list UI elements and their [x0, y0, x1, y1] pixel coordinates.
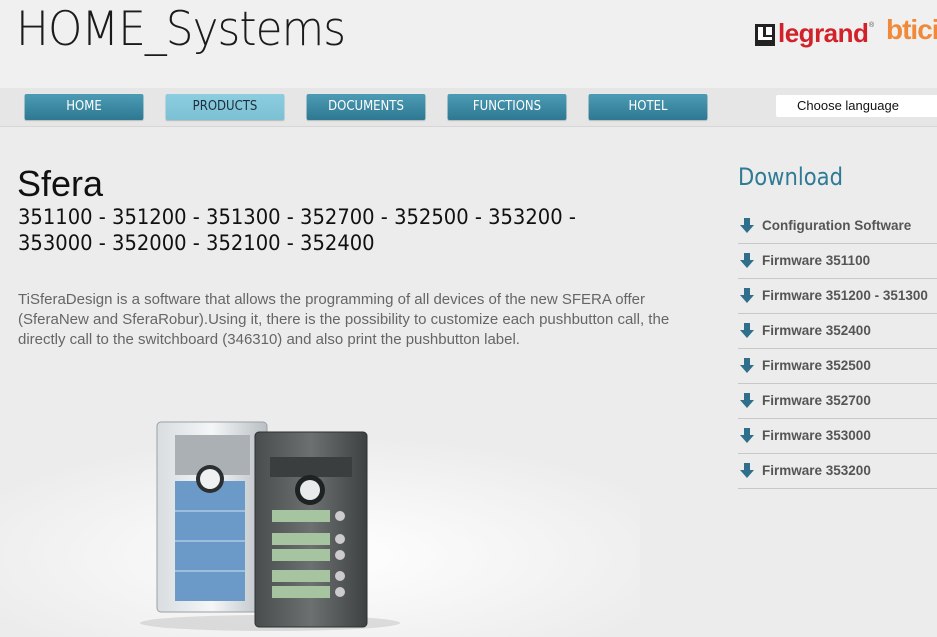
nav-home-button[interactable]: HOME — [24, 94, 144, 120]
product-image — [0, 421, 640, 637]
download-item-firmware-352500[interactable]: Firmware 352500 — [738, 349, 937, 384]
download-arrow-icon — [740, 288, 754, 303]
download-item-firmware-352700[interactable]: Firmware 352700 — [738, 384, 937, 419]
download-item-firmware-353200[interactable]: Firmware 353200 — [738, 454, 937, 489]
nav-products-button[interactable]: PRODUCTS — [165, 94, 285, 120]
download-item-label: Firmware 352500 — [762, 358, 871, 373]
download-arrow-icon — [740, 463, 754, 478]
download-arrow-icon — [740, 358, 754, 373]
download-arrow-icon — [740, 218, 754, 233]
legrand-mark-icon — [755, 24, 775, 46]
legrand-logo[interactable]: legrand ® — [755, 18, 877, 50]
download-arrow-icon — [740, 323, 754, 338]
product-codes: 351100 - 351200 - 351300 - 352700 - 3525… — [18, 205, 576, 255]
nav-documents-button[interactable]: DOCUMENTS — [306, 94, 426, 120]
download-item-label: Firmware 352400 — [762, 323, 871, 338]
legrand-wordmark: legrand — [778, 18, 869, 48]
download-arrow-icon — [740, 253, 754, 268]
language-select[interactable]: Choose language — [776, 95, 937, 117]
download-item-label: Firmware 353200 — [762, 463, 871, 478]
bticino-logo[interactable]: bticino — [886, 14, 937, 46]
main-navigation: HOME PRODUCTS DOCUMENTS FUNCTIONS HOTEL … — [0, 88, 937, 127]
download-item-label: Firmware 352700 — [762, 393, 871, 408]
download-item-firmware-351200-351300[interactable]: Firmware 351200 - 351300 — [738, 279, 937, 314]
site-header: HOME_Systems legrand ® bticino — [0, 0, 937, 88]
download-item-label: Firmware 353000 — [762, 428, 871, 443]
site-title[interactable]: HOME_Systems — [16, 2, 346, 57]
page-title: Sfera — [17, 163, 104, 204]
nav-functions-button[interactable]: FUNCTIONS — [447, 94, 567, 120]
download-item-firmware-352400[interactable]: Firmware 352400 — [738, 314, 937, 349]
product-description: TiSferaDesign is a software that allows … — [18, 291, 670, 348]
nav-hotel-button[interactable]: HOTEL — [588, 94, 708, 120]
registered-mark: ® — [869, 22, 875, 29]
download-item-label: Configuration Software — [762, 218, 912, 233]
download-item-firmware-351100[interactable]: Firmware 351100 — [738, 244, 937, 279]
download-item-configuration-software[interactable]: Configuration Software — [738, 209, 937, 244]
download-item-firmware-353000[interactable]: Firmware 353000 — [738, 419, 937, 454]
download-item-label: Firmware 351100 — [762, 253, 871, 268]
download-list: Configuration Software Firmware 351100 F… — [738, 209, 937, 489]
download-arrow-icon — [740, 393, 754, 408]
download-item-label: Firmware 351200 - 351300 — [762, 288, 928, 303]
download-arrow-icon — [740, 428, 754, 443]
download-title: Download — [738, 163, 843, 191]
